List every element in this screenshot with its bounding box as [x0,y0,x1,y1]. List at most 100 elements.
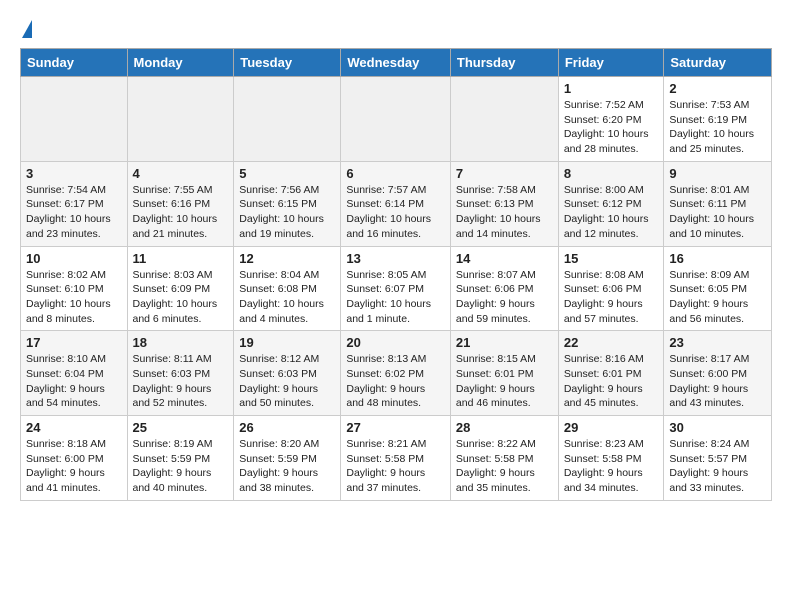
calendar-cell: 21 Sunrise: 8:15 AM Sunset: 6:01 PM Dayli… [450,331,558,416]
day-info: Sunrise: 7:58 AM Sunset: 6:13 PM Dayligh… [456,183,553,242]
day-info: Sunrise: 7:54 AM Sunset: 6:17 PM Dayligh… [26,183,122,242]
day-number: 23 [669,335,766,350]
day-number: 13 [346,251,445,266]
day-info: Sunrise: 8:08 AM Sunset: 6:06 PM Dayligh… [564,268,659,327]
weekday-header-tuesday: Tuesday [234,49,341,77]
calendar-cell: 10 Sunrise: 8:02 AM Sunset: 6:10 PM Dayli… [21,246,128,331]
calendar-table: SundayMondayTuesdayWednesdayThursdayFrid… [20,48,772,501]
calendar-cell: 5 Sunrise: 7:56 AM Sunset: 6:15 PM Daylig… [234,161,341,246]
header [20,16,772,38]
day-number: 29 [564,420,659,435]
calendar-cell: 1Sunrise: 7:52 AM Sunset: 6:20 PM Daylig… [558,77,664,162]
day-info: Sunrise: 8:20 AM Sunset: 5:59 PM Dayligh… [239,437,335,496]
calendar-cell: 18 Sunrise: 8:11 AM Sunset: 6:03 PM Dayli… [127,331,234,416]
day-number: 12 [239,251,335,266]
calendar-cell: 24 Sunrise: 8:18 AM Sunset: 6:00 PM Dayli… [21,416,128,501]
weekday-header-wednesday: Wednesday [341,49,451,77]
calendar-cell: 4 Sunrise: 7:55 AM Sunset: 6:16 PM Daylig… [127,161,234,246]
day-number: 24 [26,420,122,435]
day-info: Sunrise: 8:04 AM Sunset: 6:08 PM Dayligh… [239,268,335,327]
day-number: 14 [456,251,553,266]
day-info: Sunrise: 8:05 AM Sunset: 6:07 PM Dayligh… [346,268,445,327]
day-number: 19 [239,335,335,350]
day-info: Sunrise: 8:23 AM Sunset: 5:58 PM Dayligh… [564,437,659,496]
day-number: 18 [133,335,229,350]
day-number: 11 [133,251,229,266]
day-info: Sunrise: 8:17 AM Sunset: 6:00 PM Dayligh… [669,352,766,411]
day-info: Sunrise: 8:00 AM Sunset: 6:12 PM Dayligh… [564,183,659,242]
day-number: 9 [669,166,766,181]
weekday-header-thursday: Thursday [450,49,558,77]
calendar-cell: 23 Sunrise: 8:17 AM Sunset: 6:00 PM Dayli… [664,331,772,416]
day-info: Sunrise: 7:53 AM Sunset: 6:19 PM Dayligh… [669,98,766,157]
calendar-cell: 19 Sunrise: 8:12 AM Sunset: 6:03 PM Dayli… [234,331,341,416]
calendar-cell [127,77,234,162]
day-info: Sunrise: 8:12 AM Sunset: 6:03 PM Dayligh… [239,352,335,411]
calendar-cell: 30 Sunrise: 8:24 AM Sunset: 5:57 PM Dayli… [664,416,772,501]
calendar-cell [450,77,558,162]
calendar-week-row: 10 Sunrise: 8:02 AM Sunset: 6:10 PM Dayli… [21,246,772,331]
calendar-cell: 6 Sunrise: 7:57 AM Sunset: 6:14 PM Daylig… [341,161,451,246]
logo-triangle-icon [22,20,32,38]
day-number: 10 [26,251,122,266]
calendar-cell: 8 Sunrise: 8:00 AM Sunset: 6:12 PM Daylig… [558,161,664,246]
day-number: 3 [26,166,122,181]
calendar-cell: 13 Sunrise: 8:05 AM Sunset: 6:07 PM Dayli… [341,246,451,331]
day-info: Sunrise: 8:01 AM Sunset: 6:11 PM Dayligh… [669,183,766,242]
day-info: Sunrise: 7:52 AM Sunset: 6:20 PM Dayligh… [564,98,659,157]
day-info: Sunrise: 8:13 AM Sunset: 6:02 PM Dayligh… [346,352,445,411]
calendar-cell: 16 Sunrise: 8:09 AM Sunset: 6:05 PM Dayli… [664,246,772,331]
day-info: Sunrise: 8:19 AM Sunset: 5:59 PM Dayligh… [133,437,229,496]
day-info: Sunrise: 8:02 AM Sunset: 6:10 PM Dayligh… [26,268,122,327]
calendar-cell: 15 Sunrise: 8:08 AM Sunset: 6:06 PM Dayli… [558,246,664,331]
calendar-cell: 20 Sunrise: 8:13 AM Sunset: 6:02 PM Dayli… [341,331,451,416]
day-number: 7 [456,166,553,181]
day-info: Sunrise: 8:11 AM Sunset: 6:03 PM Dayligh… [133,352,229,411]
day-number: 5 [239,166,335,181]
weekday-header-sunday: Sunday [21,49,128,77]
day-number: 21 [456,335,553,350]
day-number: 26 [239,420,335,435]
day-number: 2 [669,81,766,96]
day-info: Sunrise: 8:07 AM Sunset: 6:06 PM Dayligh… [456,268,553,327]
weekday-header-saturday: Saturday [664,49,772,77]
calendar-week-row: 3 Sunrise: 7:54 AM Sunset: 6:17 PM Daylig… [21,161,772,246]
day-info: Sunrise: 8:09 AM Sunset: 6:05 PM Dayligh… [669,268,766,327]
calendar-cell: 17Sunrise: 8:10 AM Sunset: 6:04 PM Dayli… [21,331,128,416]
calendar-cell [341,77,451,162]
page: SundayMondayTuesdayWednesdayThursdayFrid… [0,0,792,517]
weekday-header-friday: Friday [558,49,664,77]
calendar-week-row: 1Sunrise: 7:52 AM Sunset: 6:20 PM Daylig… [21,77,772,162]
weekday-header-row: SundayMondayTuesdayWednesdayThursdayFrid… [21,49,772,77]
day-info: Sunrise: 7:56 AM Sunset: 6:15 PM Dayligh… [239,183,335,242]
day-number: 15 [564,251,659,266]
day-info: Sunrise: 7:55 AM Sunset: 6:16 PM Dayligh… [133,183,229,242]
day-number: 8 [564,166,659,181]
day-info: Sunrise: 8:03 AM Sunset: 6:09 PM Dayligh… [133,268,229,327]
calendar-cell: 11 Sunrise: 8:03 AM Sunset: 6:09 PM Dayli… [127,246,234,331]
day-info: Sunrise: 8:24 AM Sunset: 5:57 PM Dayligh… [669,437,766,496]
day-number: 30 [669,420,766,435]
day-info: Sunrise: 7:57 AM Sunset: 6:14 PM Dayligh… [346,183,445,242]
calendar-cell: 25Sunrise: 8:19 AM Sunset: 5:59 PM Dayli… [127,416,234,501]
day-number: 20 [346,335,445,350]
calendar-cell: 22 Sunrise: 8:16 AM Sunset: 6:01 PM Dayli… [558,331,664,416]
day-info: Sunrise: 8:15 AM Sunset: 6:01 PM Dayligh… [456,352,553,411]
calendar-cell [21,77,128,162]
calendar-cell: 28 Sunrise: 8:22 AM Sunset: 5:58 PM Dayli… [450,416,558,501]
calendar-week-row: 24 Sunrise: 8:18 AM Sunset: 6:00 PM Dayli… [21,416,772,501]
day-info: Sunrise: 8:18 AM Sunset: 6:00 PM Dayligh… [26,437,122,496]
day-number: 28 [456,420,553,435]
day-number: 4 [133,166,229,181]
logo [20,20,32,38]
calendar-cell: 3 Sunrise: 7:54 AM Sunset: 6:17 PM Daylig… [21,161,128,246]
day-number: 22 [564,335,659,350]
day-number: 6 [346,166,445,181]
day-info: Sunrise: 8:22 AM Sunset: 5:58 PM Dayligh… [456,437,553,496]
day-number: 17 [26,335,122,350]
day-info: Sunrise: 8:16 AM Sunset: 6:01 PM Dayligh… [564,352,659,411]
day-number: 16 [669,251,766,266]
calendar-cell: 14 Sunrise: 8:07 AM Sunset: 6:06 PM Dayli… [450,246,558,331]
calendar-cell: 9 Sunrise: 8:01 AM Sunset: 6:11 PM Daylig… [664,161,772,246]
calendar-cell: 26 Sunrise: 8:20 AM Sunset: 5:59 PM Dayli… [234,416,341,501]
